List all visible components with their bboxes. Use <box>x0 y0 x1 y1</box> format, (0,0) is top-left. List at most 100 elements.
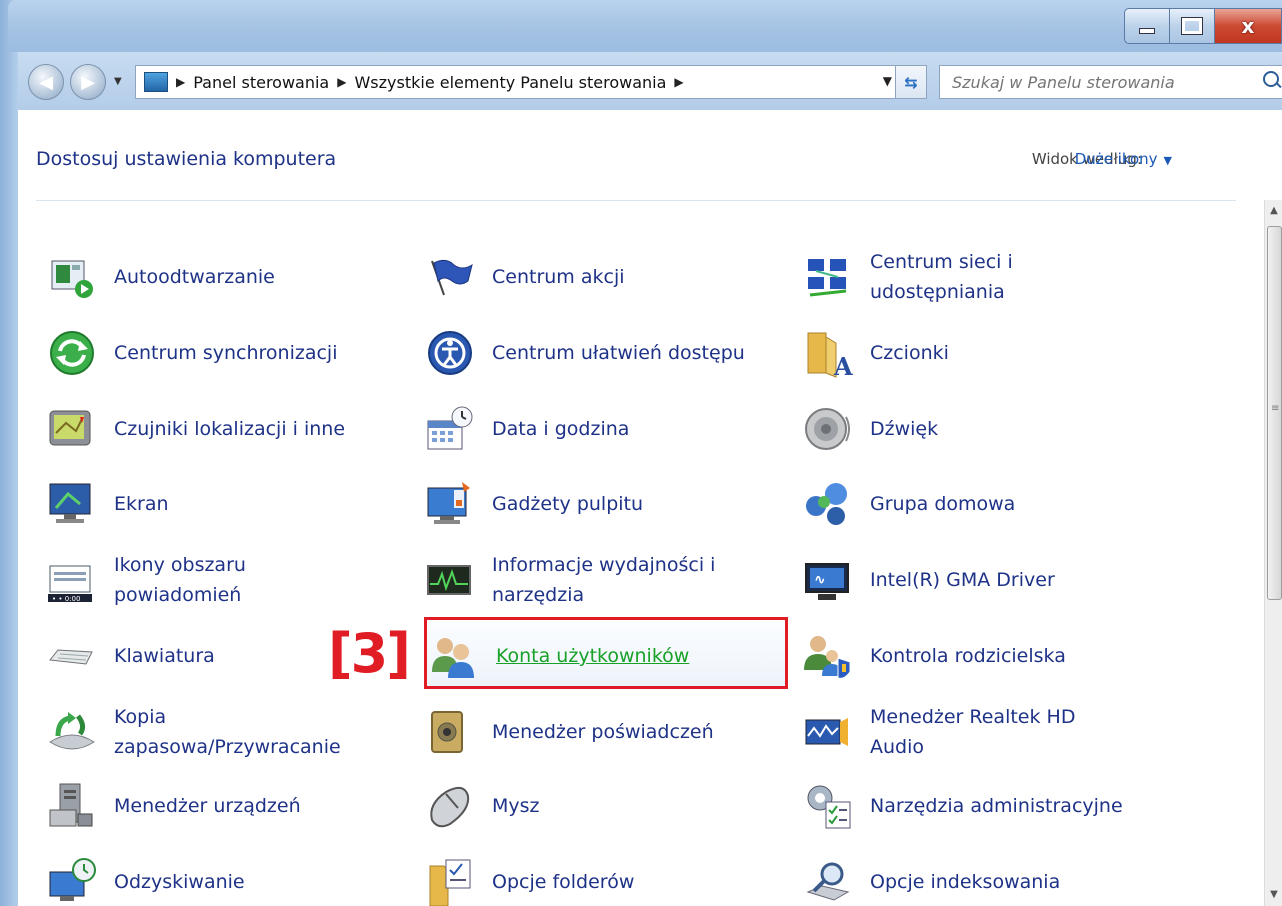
item-credential-manager[interactable]: Menedżer poświadczeń <box>424 706 784 758</box>
item-sync-center[interactable]: Centrum synchronizacji <box>46 327 406 379</box>
item-backup-restore[interactable]: Kopia zapasowa/Przywracanie <box>46 700 406 764</box>
item-autoplay[interactable]: Autoodtwarzanie <box>46 251 386 303</box>
scroll-up-icon[interactable]: ▲ <box>1265 200 1282 222</box>
search-icon[interactable] <box>1263 71 1279 87</box>
maximize-icon <box>1182 18 1202 34</box>
item-label: Opcje indeksowania <box>870 871 1061 893</box>
item-action-center[interactable]: Centrum akcji <box>424 251 784 303</box>
item-sound[interactable]: Dźwięk <box>802 403 1102 455</box>
item-label: Informacje wydajności i narzędzia <box>492 554 716 606</box>
back-arrow-icon: ◀ <box>39 71 53 93</box>
address-dropdown-icon[interactable]: ▼ <box>883 74 892 88</box>
search-input[interactable] <box>950 71 1244 93</box>
intel-gma-icon: ∿ <box>802 554 854 606</box>
item-label: Klawiatura <box>114 645 215 667</box>
display-monitor-icon <box>46 478 98 530</box>
item-intel-gma-driver[interactable]: ∿ Intel(R) GMA Driver <box>802 554 1142 606</box>
vertical-scrollbar[interactable]: ▲ ≡ ▼ <box>1264 200 1282 906</box>
item-date-time[interactable]: Data i godzina <box>424 403 784 455</box>
grip-icon: ≡ <box>1271 403 1280 414</box>
admin-tools-icon <box>802 780 854 832</box>
date-time-icon <box>424 403 476 455</box>
item-label: Grupa domowa <box>870 493 1016 515</box>
item-mouse[interactable]: Mysz <box>424 780 724 832</box>
item-label: Dźwięk <box>870 418 939 440</box>
control-panel-icon <box>144 72 168 92</box>
item-label: Mysz <box>492 795 540 817</box>
view-by-dropdown[interactable]: Duże ikony ▼ <box>1075 150 1172 168</box>
item-admin-tools[interactable]: Narzędzia administracyjne <box>802 780 1202 832</box>
svg-text:∿: ∿ <box>814 572 826 588</box>
maximize-button[interactable] <box>1170 8 1215 44</box>
minimize-button[interactable] <box>1124 8 1170 44</box>
folder-options-icon <box>424 856 476 906</box>
item-label: Centrum synchronizacji <box>114 342 338 364</box>
item-label: Czcionki <box>870 342 949 364</box>
item-user-accounts[interactable]: Konta użytkowników <box>428 630 768 682</box>
window-frame-left <box>0 0 18 906</box>
window-controls: x <box>1124 8 1282 44</box>
autoplay-icon <box>46 251 98 303</box>
item-recovery[interactable]: Odzyskiwanie <box>46 856 366 906</box>
scrollbar-thumb[interactable]: ≡ <box>1267 226 1282 600</box>
item-keyboard[interactable]: Klawiatura <box>46 630 346 682</box>
user-accounts-icon <box>428 630 480 682</box>
realtek-audio-icon <box>802 706 854 758</box>
fonts-folder-icon: A <box>802 327 854 381</box>
minimize-icon <box>1139 28 1155 34</box>
scroll-down-icon[interactable]: ▼ <box>1265 884 1282 906</box>
item-parental-controls[interactable]: Kontrola rodzicielska <box>802 630 1142 682</box>
breadcrumb-separator-icon[interactable]: ▶ <box>674 75 683 89</box>
item-display[interactable]: Ekran <box>46 478 346 530</box>
search-box[interactable] <box>939 65 1282 99</box>
item-indexing-options[interactable]: Opcje indeksowania <box>802 856 1162 906</box>
item-label: Odzyskiwanie <box>114 871 245 893</box>
divider <box>36 200 1236 201</box>
breadcrumb-separator-icon[interactable]: ▶ <box>337 75 346 89</box>
chevron-down-icon: ▼ <box>1163 154 1172 167</box>
breadcrumb-all-items[interactable]: Wszystkie elementy Panelu sterowania <box>354 73 666 92</box>
item-fonts[interactable]: A Czcionki <box>802 327 1102 381</box>
item-desktop-gadgets[interactable]: Gadżety pulpitu <box>424 478 754 530</box>
breadcrumb: ▶ Panel sterowania ▶ Wszystkie elementy … <box>168 73 692 92</box>
svg-text:A: A <box>833 352 853 379</box>
breadcrumb-control-panel[interactable]: Panel sterowania <box>193 73 329 92</box>
item-label: Ekran <box>114 493 169 515</box>
item-ease-of-access[interactable]: Centrum ułatwień dostępu <box>424 327 794 379</box>
refresh-button[interactable]: ⇆ <box>895 66 926 98</box>
item-label: Gadżety pulpitu <box>492 493 644 515</box>
item-label: Ikony obszaru powiadomień <box>114 554 246 606</box>
item-performance-info[interactable]: Informacje wydajności i narzędzia <box>424 548 784 612</box>
control-panel-window: x ◀ ▶ ▼ ▶ Panel sterowania ▶ Wszystkie e… <box>0 0 1282 906</box>
item-realtek-audio[interactable]: Menedżer Realtek HD Audio <box>802 700 1202 764</box>
item-folder-options[interactable]: Opcje folderów <box>424 856 744 906</box>
item-label: Centrum akcji <box>492 266 625 288</box>
item-location-sensors[interactable]: Czujniki lokalizacji i inne <box>46 403 406 455</box>
item-network-center[interactable]: Centrum sieci i udostępniania <box>802 245 1222 309</box>
close-icon: x <box>1241 14 1255 38</box>
item-label: Opcje folderów <box>492 871 635 893</box>
breadcrumb-separator-icon[interactable]: ▶ <box>176 75 185 89</box>
back-button[interactable]: ◀ <box>28 64 64 100</box>
item-label: Kopia zapasowa/Przywracanie <box>114 706 341 758</box>
item-label: Czujniki lokalizacji i inne <box>114 418 346 440</box>
item-label: Data i godzina <box>492 418 630 440</box>
backup-restore-icon <box>46 706 98 758</box>
forward-button[interactable]: ▶ <box>70 64 106 100</box>
recent-pages-dropdown-icon[interactable]: ▼ <box>114 76 122 87</box>
desktop-gadgets-icon <box>424 478 476 530</box>
item-label: Narzędzia administracyjne <box>870 795 1123 817</box>
speaker-icon <box>802 403 854 455</box>
item-homegroup[interactable]: Grupa domowa <box>802 478 1102 530</box>
address-bar[interactable]: ▶ Panel sterowania ▶ Wszystkie elementy … <box>135 65 927 99</box>
item-device-manager[interactable]: Menedżer urządzeń <box>46 780 386 832</box>
close-button[interactable]: x <box>1215 8 1282 44</box>
item-notification-area-icons[interactable]: • • 0:00 Ikony obszaru powiadomień <box>46 548 386 612</box>
indexing-options-icon <box>802 856 854 906</box>
item-label: Centrum sieci i udostępniania <box>870 251 1013 303</box>
item-label: Menedżer Realtek HD Audio <box>870 706 1076 758</box>
sync-center-icon <box>46 327 98 379</box>
title-bar[interactable]: x <box>8 0 1282 52</box>
recovery-icon <box>46 856 98 906</box>
item-label: Menedżer poświadczeń <box>492 721 714 743</box>
